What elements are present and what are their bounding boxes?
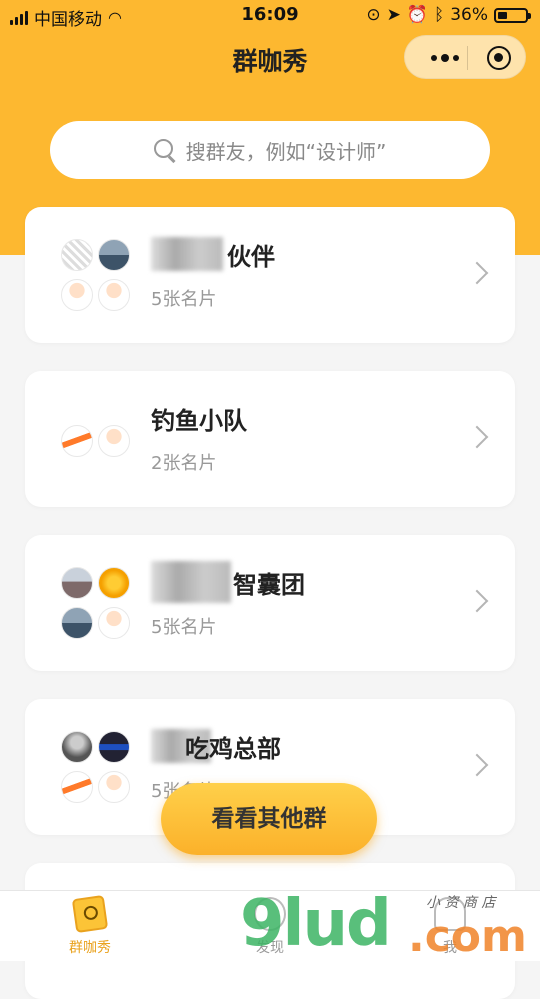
blurred-name-part [151, 237, 223, 271]
bluetooth-icon: ᛒ [434, 5, 445, 25]
chevron-right-icon [465, 261, 489, 285]
card-count: 2张名片 [151, 453, 217, 474]
search-input[interactable]: 搜群友，例如“设计师” [50, 121, 490, 179]
avatar [98, 425, 130, 457]
group-name-text: 吃鸡总部 [185, 735, 281, 763]
group-card[interactable]: 钓鱼小队 2张名片 [25, 371, 515, 507]
mini-program-capsule [404, 35, 526, 79]
business-card-icon [71, 894, 109, 934]
more-icon[interactable] [423, 46, 467, 70]
group-card[interactable]: 智囊团 5张名片 [25, 535, 515, 671]
group-name-text: 钓鱼小队 [151, 407, 247, 435]
status-bar: 中国移动 ◠ 16:09 ⊙ ➤ ⏰ ᛒ 36% [0, 0, 540, 32]
avatar [98, 567, 130, 599]
group-name: 吃鸡总部 [151, 729, 411, 763]
status-right: ⊙ ➤ ⏰ ᛒ 36% [366, 5, 531, 25]
battery-fill [498, 11, 508, 19]
group-card[interactable]: 伙伴 5张名片 [25, 207, 515, 343]
blurred-name-part [151, 561, 231, 603]
group-avatars [61, 731, 135, 805]
avatar [61, 567, 93, 599]
watermark-tag: 小 资 商 店 [426, 895, 496, 911]
search-placeholder: 搜群友，例如“设计师” [185, 139, 387, 164]
avatar [98, 607, 130, 639]
group-name-text: 伙伴 [227, 243, 275, 271]
capsule-divider [467, 46, 468, 70]
card-count: 5张名片 [151, 617, 217, 638]
avatar [61, 425, 93, 457]
chevron-right-icon [465, 589, 489, 613]
group-name: 钓鱼小队 [151, 401, 411, 435]
tab-label: 群咖秀 [69, 940, 111, 956]
group-name-text: 智囊团 [233, 571, 305, 599]
avatar [98, 279, 130, 311]
chevron-right-icon [465, 425, 489, 449]
chevron-right-icon [465, 753, 489, 777]
avatar [61, 607, 93, 639]
avatar [61, 279, 93, 311]
close-target-icon[interactable] [487, 46, 511, 70]
watermark-logo: 9lud [240, 887, 392, 961]
group-avatars [61, 567, 135, 641]
group-avatars [61, 239, 135, 313]
avatar [61, 239, 93, 271]
battery-percent: 36% [450, 5, 488, 25]
group-name: 智囊团 [151, 561, 411, 603]
avatar [61, 731, 93, 763]
alarm-icon: ⏰ [406, 5, 428, 25]
group-name: 伙伴 [151, 237, 411, 271]
card-count: 5张名片 [151, 289, 217, 310]
group-avatars [61, 403, 135, 477]
tab-qunkaxiu[interactable]: 群咖秀 [40, 894, 140, 957]
lock-rotation-icon: ⊙ [366, 5, 381, 25]
battery-icon [494, 7, 531, 23]
avatar [98, 771, 130, 803]
avatar [98, 239, 130, 271]
see-other-groups-button[interactable]: 看看其他群 [161, 783, 377, 855]
avatar [61, 771, 93, 803]
location-icon: ➤ [386, 5, 401, 25]
watermark-domain: .com [408, 911, 527, 962]
avatar [98, 731, 130, 763]
search-icon [153, 139, 176, 161]
